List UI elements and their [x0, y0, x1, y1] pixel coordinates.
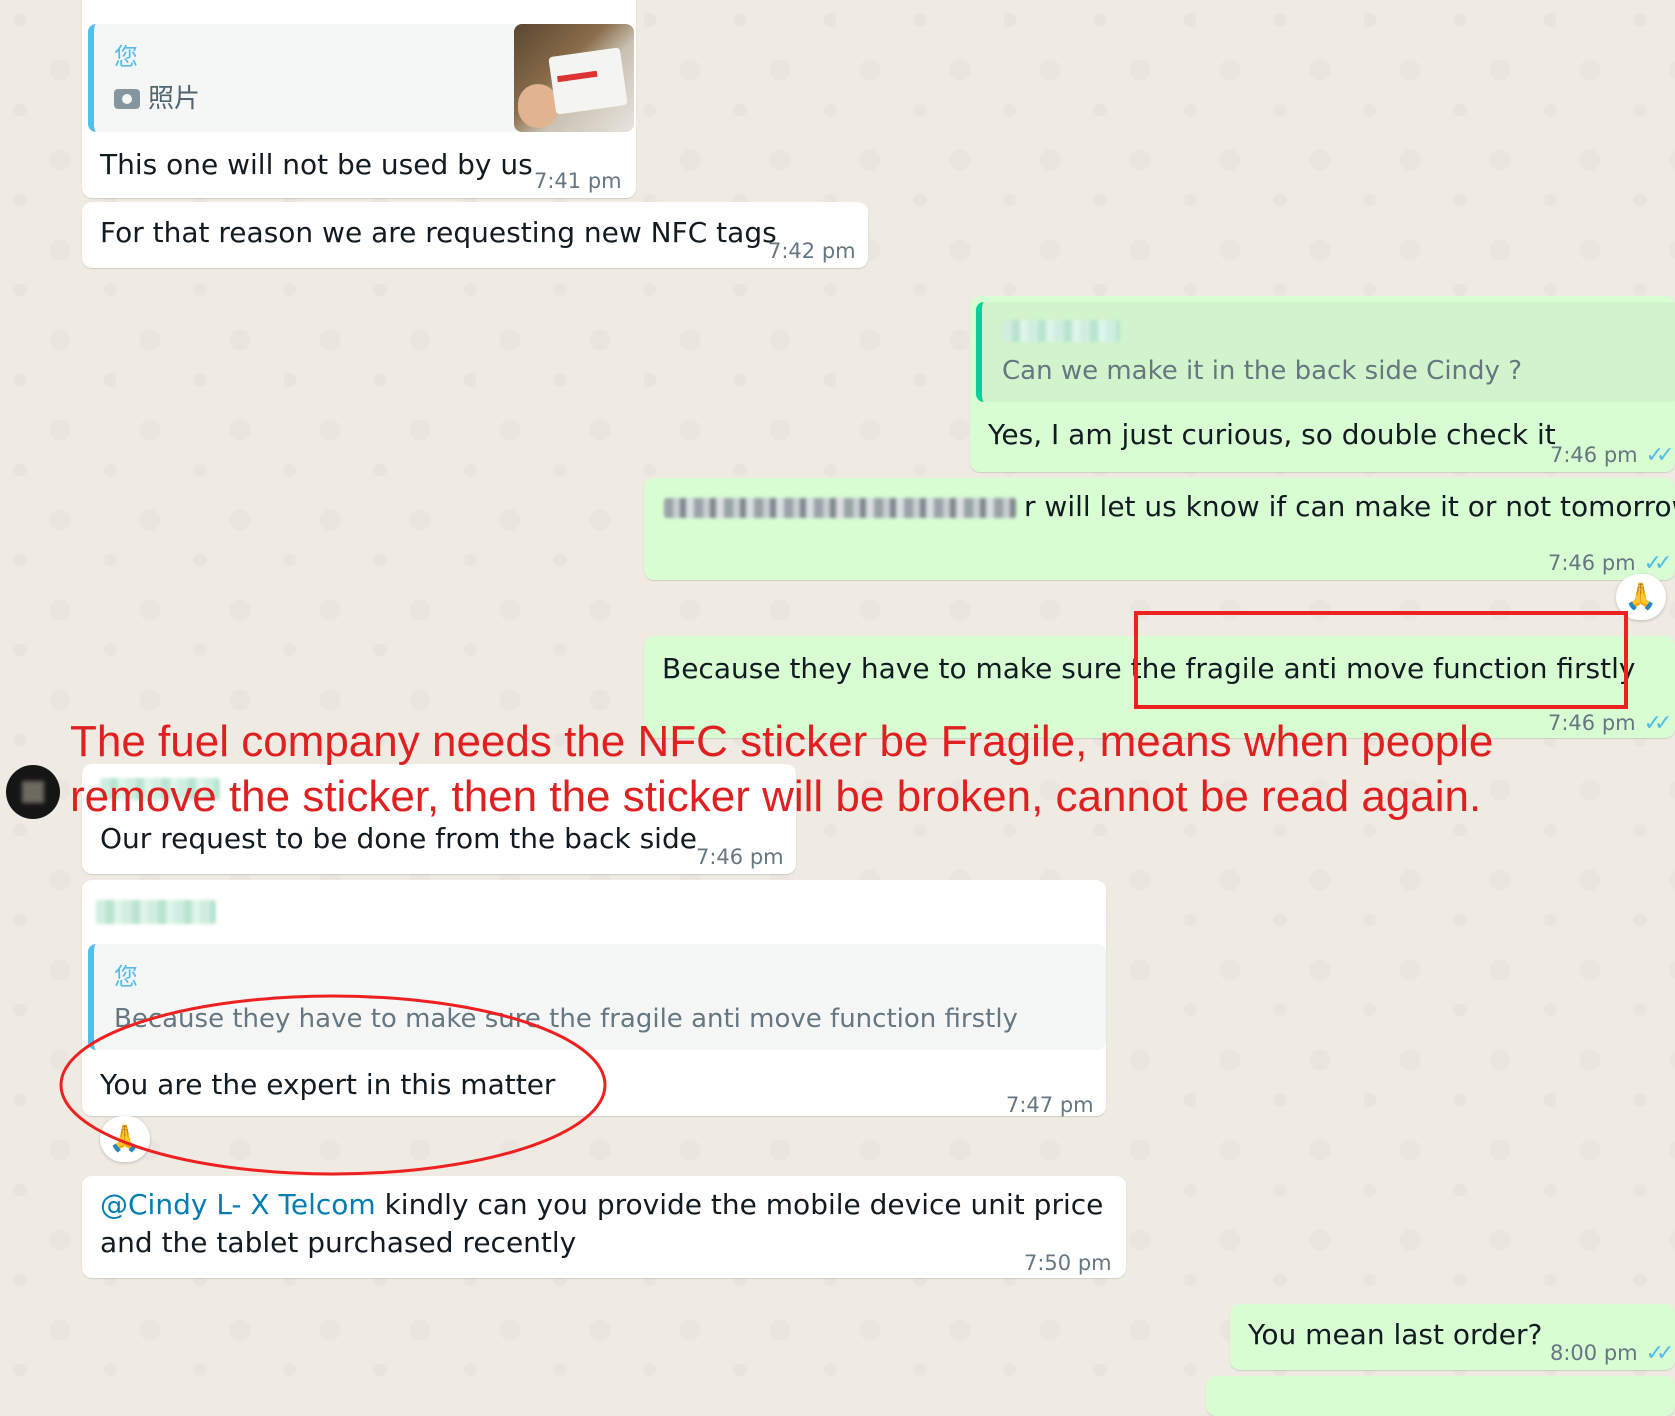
message-time: 7:46 pm ✓✓ — [1548, 711, 1673, 736]
blurred-author — [1002, 320, 1120, 342]
message-text: @Cindy L- X Telcom kindly can you provid… — [100, 1188, 1104, 1221]
message-text: r will let us know if can make it or not… — [1024, 490, 1675, 523]
quoted-message[interactable]: 您 照片 — [88, 24, 634, 132]
quote-media-label: 照片 — [114, 80, 200, 118]
annotation-line-1: The fuel company needs the NFC sticker b… — [70, 717, 1494, 766]
message-bubble-incoming[interactable]: 您 Because they have to make sure the fra… — [82, 880, 1106, 1117]
quote-author: 您 — [114, 963, 138, 991]
message-text-line2: and the tablet purchased recently — [100, 1226, 577, 1259]
message-bubble-outgoing[interactable]: Can we make it in the back side Cindy ? … — [970, 296, 1675, 472]
quoted-message[interactable]: Can we make it in the back side Cindy ? — [976, 302, 1675, 402]
sender-avatar[interactable] — [6, 765, 60, 819]
quote-text: Can we make it in the back side Cindy ? — [1002, 356, 1522, 386]
message-time: 7:42 pm — [768, 239, 856, 263]
message-time: 7:46 pm — [696, 845, 784, 869]
message-text: This one will not be used by us — [100, 148, 533, 181]
message-time: 7:47 pm — [1006, 1093, 1094, 1117]
message-text: For that reason we are requesting new NF… — [100, 216, 777, 249]
message-time: 8:00 pm ✓✓ — [1550, 1341, 1675, 1366]
message-bubble-incoming[interactable]: For that reason we are requesting new NF… — [82, 202, 868, 268]
message-text: You mean last order? — [1248, 1318, 1543, 1351]
message-bubble-outgoing[interactable]: r will let us know if can make it or not… — [644, 478, 1675, 580]
highlight-rectangle — [1134, 611, 1628, 709]
read-ticks-icon: ✓✓ — [1645, 443, 1675, 468]
read-ticks-icon: ✓✓ — [1643, 711, 1673, 736]
camera-icon — [114, 89, 140, 109]
quote-text: Because they have to make sure the fragi… — [114, 1004, 1018, 1034]
quote-author: 您 — [114, 43, 138, 71]
photo-thumbnail[interactable] — [514, 24, 634, 132]
annotation-line-2: remove the sticker, then the sticker wil… — [70, 772, 1482, 821]
message-text: Yes, I am just curious, so double check … — [988, 418, 1556, 451]
read-ticks-icon: ✓✓ — [1645, 1341, 1675, 1366]
mention-link[interactable]: @Cindy L- X Telcom — [100, 1188, 376, 1221]
message-time: 7:41 pm — [534, 169, 622, 193]
message-time: 7:50 pm — [1024, 1251, 1112, 1275]
quoted-message[interactable]: 您 Because they have to make sure the fra… — [88, 944, 1106, 1050]
message-time: 7:46 pm ✓✓ — [1550, 443, 1675, 468]
blurred-sender-name — [96, 900, 216, 924]
message-bubble-outgoing[interactable]: You mean last order? 8:00 pm ✓✓ — [1230, 1304, 1675, 1370]
message-bubble-incoming[interactable]: @Cindy L- X Telcom kindly can you provid… — [82, 1176, 1126, 1278]
message-bubble-outgoing-partial[interactable] — [1206, 1376, 1675, 1416]
cut-off-sender-label: LBOGLAA — [100, 0, 205, 10]
message-text: Our request to be done from the back sid… — [100, 822, 697, 855]
reaction-pray-icon[interactable]: 🙏 — [100, 1116, 150, 1162]
blurred-text — [664, 498, 1016, 518]
message-text: You are the expert in this matter — [100, 1068, 556, 1101]
read-ticks-icon: ✓✓ — [1643, 551, 1673, 576]
message-bubble-incoming[interactable]: LBOGLAA 您 照片 This one will not be used b… — [82, 0, 636, 198]
